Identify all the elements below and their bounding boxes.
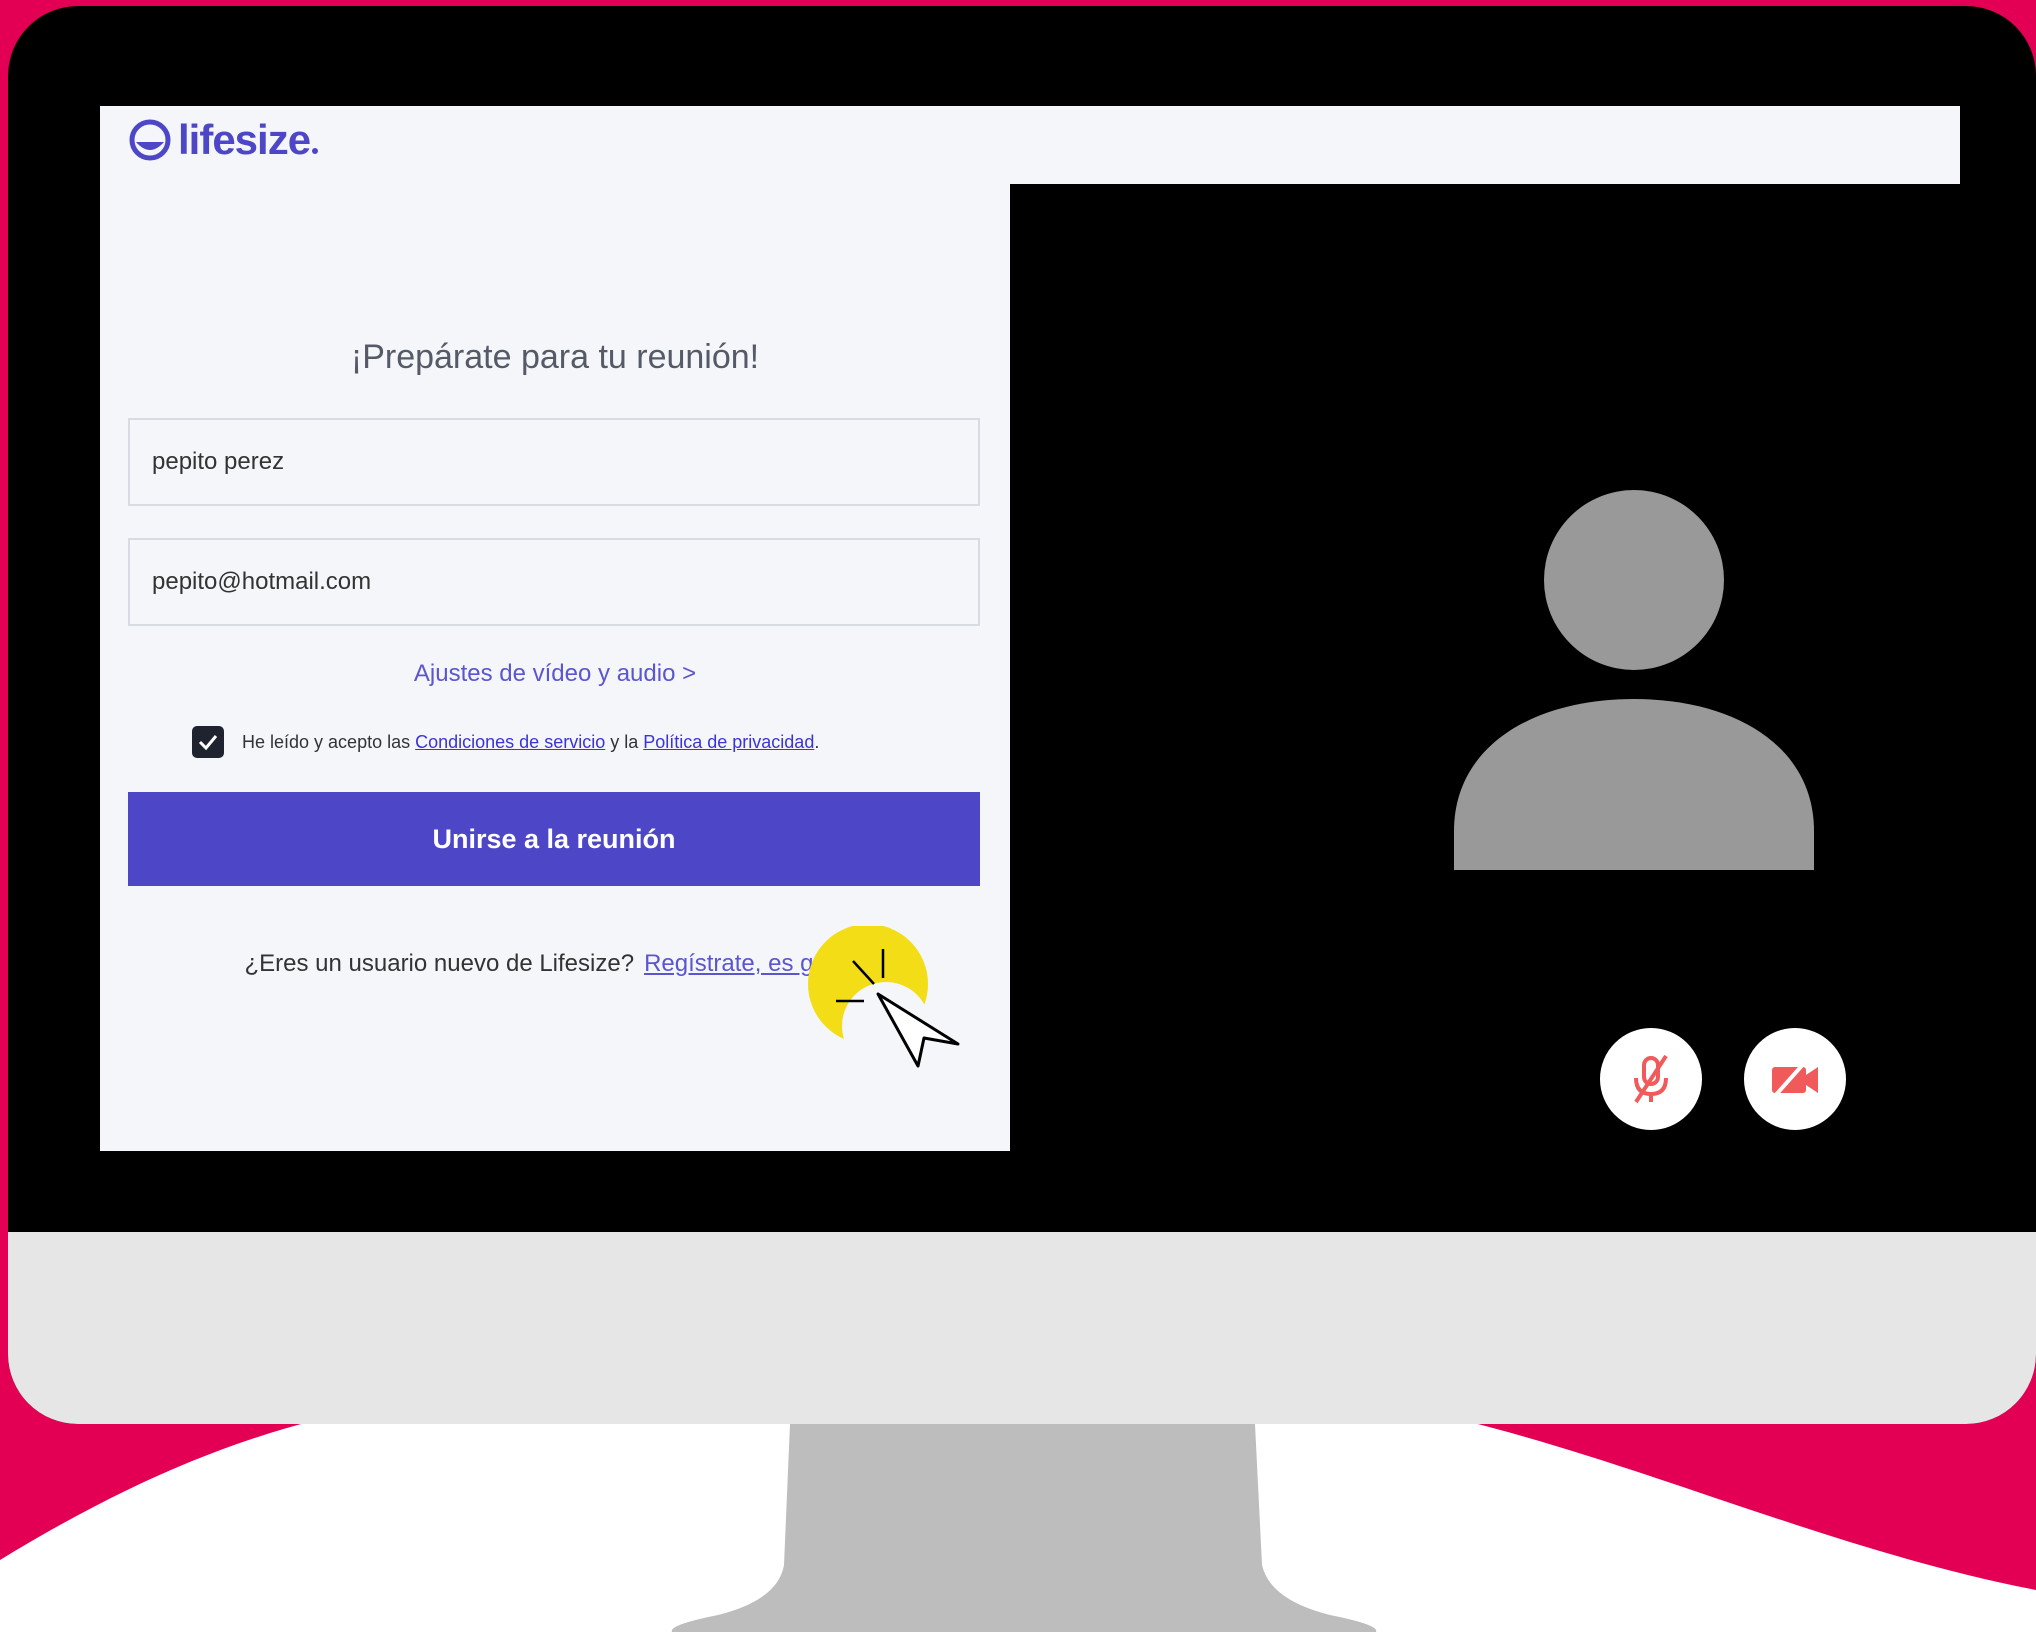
terms-prefix: He leído y acepto las	[242, 731, 416, 752]
logo-text: lifesize	[178, 116, 311, 163]
monitor-chin	[8, 1232, 2036, 1424]
name-input[interactable]	[128, 418, 980, 506]
logo-dot	[312, 148, 319, 154]
terms-checkbox[interactable]	[192, 726, 224, 758]
checkmark-icon	[198, 735, 218, 751]
app-screen: lifesize ¡Prepárate para tu reunión! Aju…	[100, 106, 1960, 1151]
terms-middle: y la	[605, 731, 644, 752]
camera-off-icon	[1772, 1059, 1818, 1099]
join-meeting-button[interactable]: Unirse a la reunión	[128, 792, 980, 886]
lifesize-logo: lifesize	[128, 116, 319, 164]
video-preview	[1010, 184, 1960, 1151]
new-user-text: ¿Eres un usuario nuevo de Lifesize?	[244, 950, 635, 977]
toggle-camera-button[interactable]	[1744, 1028, 1846, 1130]
mic-muted-icon	[1634, 1054, 1668, 1104]
av-settings-link[interactable]: Ajustes de vídeo y audio >	[100, 660, 1010, 688]
email-input[interactable]	[128, 538, 980, 626]
page-title: ¡Prepárate para tu reunión!	[350, 338, 760, 376]
terms-text: He leído y acepto las Condiciones de ser…	[242, 732, 819, 753]
privacy-policy-link[interactable]: Política de privacidad	[643, 732, 814, 752]
mute-mic-button[interactable]	[1600, 1028, 1702, 1130]
pointer-cursor-icon	[808, 926, 960, 1070]
lifesize-logo-icon	[129, 119, 171, 161]
user-silhouette-icon	[1454, 490, 1814, 870]
terms-row: He leído y acepto las Condiciones de ser…	[192, 726, 819, 758]
terms-suffix: .	[814, 731, 820, 752]
terms-of-service-link[interactable]: Condiciones de servicio	[415, 732, 605, 752]
monitor: lifesize ¡Prepárate para tu reunión! Aju…	[8, 6, 2036, 1424]
